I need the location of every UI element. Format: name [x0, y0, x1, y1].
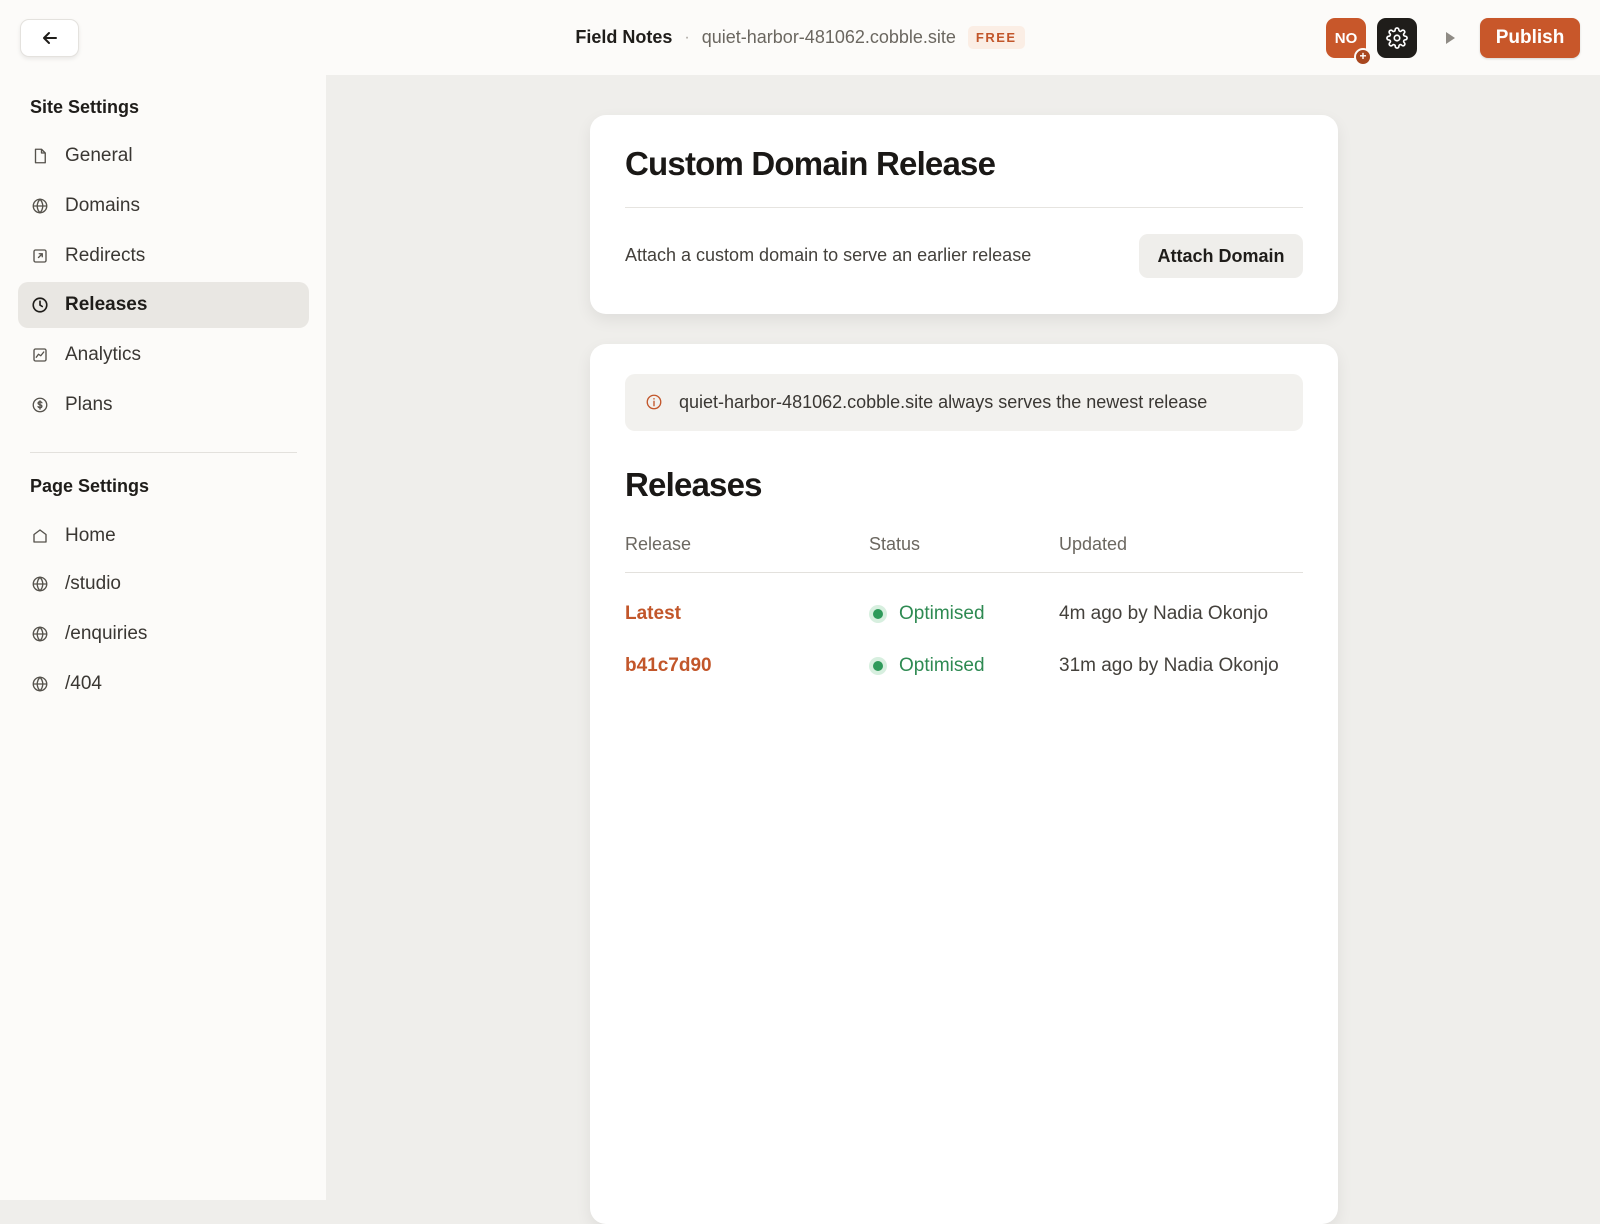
sidebar-item-releases[interactable]: Releases — [18, 282, 309, 328]
sidebar-item-404[interactable]: /404 — [18, 661, 309, 707]
sidebar-item-studio[interactable]: /studio — [18, 561, 309, 607]
site-settings-title: Site Settings — [30, 97, 140, 117]
sidebar-item-analytics[interactable]: Analytics — [18, 332, 309, 378]
plan-badge: FREE — [967, 26, 1025, 49]
publish-button[interactable]: Publish — [1480, 18, 1580, 58]
sidebar: Site Settings General Domains Redirects … — [0, 75, 326, 1200]
avatar-initials: NO — [1334, 29, 1358, 47]
sidebar-item-enquiries[interactable]: /enquiries — [18, 611, 309, 657]
info-icon — [645, 393, 665, 413]
card-divider — [625, 207, 1303, 208]
status-cell: Optimised — [869, 599, 985, 629]
sidebar-item-label: Redirects — [65, 245, 146, 266]
sidebar-item-label: Releases — [65, 294, 148, 315]
sidebar-item-home[interactable]: Home — [18, 513, 309, 559]
play-icon — [1444, 31, 1456, 45]
releases-heading: Releases — [625, 466, 763, 503]
sidebar-item-label: Domains — [65, 195, 140, 216]
sidebar-item-general[interactable]: General — [18, 133, 309, 179]
release-link[interactable]: b41c7d90 — [625, 651, 712, 681]
custom-domain-title: Custom Domain Release — [625, 145, 996, 182]
dollar-icon — [30, 395, 50, 415]
updated-text: 4m ago by Nadia Okonjo — [1059, 603, 1269, 624]
attach-domain-button[interactable]: Attach Domain — [1139, 234, 1303, 278]
sidebar-item-label: /404 — [65, 673, 102, 694]
preview-button[interactable] — [1438, 26, 1462, 50]
status-dot-icon — [869, 657, 887, 675]
site-name: Field Notes — [575, 27, 673, 47]
chart-icon — [30, 345, 50, 365]
sidebar-item-domains[interactable]: Domains — [18, 183, 309, 229]
column-header-release: Release — [625, 534, 692, 554]
title-separator: · — [684, 28, 690, 46]
redirect-icon — [30, 246, 50, 266]
sidebar-divider — [30, 452, 297, 453]
globe-icon — [30, 574, 50, 594]
sidebar-item-label: Home — [65, 525, 116, 546]
updated-text: 31m ago by Nadia Okonjo — [1059, 655, 1279, 676]
custom-domain-description: Attach a custom domain to serve an earli… — [625, 245, 1032, 265]
document-icon — [30, 146, 50, 166]
sidebar-item-label: /studio — [65, 573, 121, 594]
sidebar-item-label: /enquiries — [65, 623, 148, 644]
status-dot-icon — [869, 605, 887, 623]
info-text: quiet-harbor-481062.cobble.site always s… — [679, 392, 1208, 412]
sidebar-item-plans[interactable]: Plans — [18, 382, 309, 428]
status-cell: Optimised — [869, 651, 985, 681]
gear-icon — [1386, 27, 1408, 49]
column-header-updated: Updated — [1059, 534, 1128, 554]
arrow-left-icon — [40, 28, 60, 48]
table-row: b41c7d90 Optimised 31m ago by Nadia Okon… — [590, 651, 1338, 681]
status-text: Optimised — [899, 655, 985, 676]
settings-button[interactable] — [1377, 18, 1417, 58]
column-header-status: Status — [869, 534, 921, 554]
table-row: Latest Optimised 4m ago by Nadia Okonjo — [590, 599, 1338, 629]
sidebar-item-label: General — [65, 145, 133, 166]
sidebar-item-redirects[interactable]: Redirects — [18, 233, 309, 279]
sidebar-item-label: Analytics — [65, 344, 142, 365]
sidebar-item-label: Plans — [65, 394, 113, 415]
table-divider — [625, 572, 1303, 573]
releases-card: quiet-harbor-481062.cobble.site always s… — [590, 344, 1338, 1224]
custom-domain-card: Custom Domain Release Attach a custom do… — [590, 115, 1338, 314]
release-link[interactable]: Latest — [625, 599, 681, 629]
back-button[interactable] — [20, 19, 79, 57]
clock-icon — [30, 295, 50, 315]
user-avatar[interactable]: NO + — [1326, 18, 1372, 66]
status-text: Optimised — [899, 603, 985, 624]
globe-icon — [30, 624, 50, 644]
globe-icon — [30, 196, 50, 216]
page-settings-title: Page Settings — [30, 476, 150, 496]
add-collaborator-badge[interactable]: + — [1354, 48, 1372, 66]
top-bar: Field Notes · quiet-harbor-481062.cobble… — [0, 0, 1600, 75]
globe-icon — [30, 674, 50, 694]
home-icon — [30, 526, 50, 546]
info-banner: quiet-harbor-481062.cobble.site always s… — [625, 374, 1303, 431]
site-url[interactable]: quiet-harbor-481062.cobble.site — [702, 27, 956, 48]
